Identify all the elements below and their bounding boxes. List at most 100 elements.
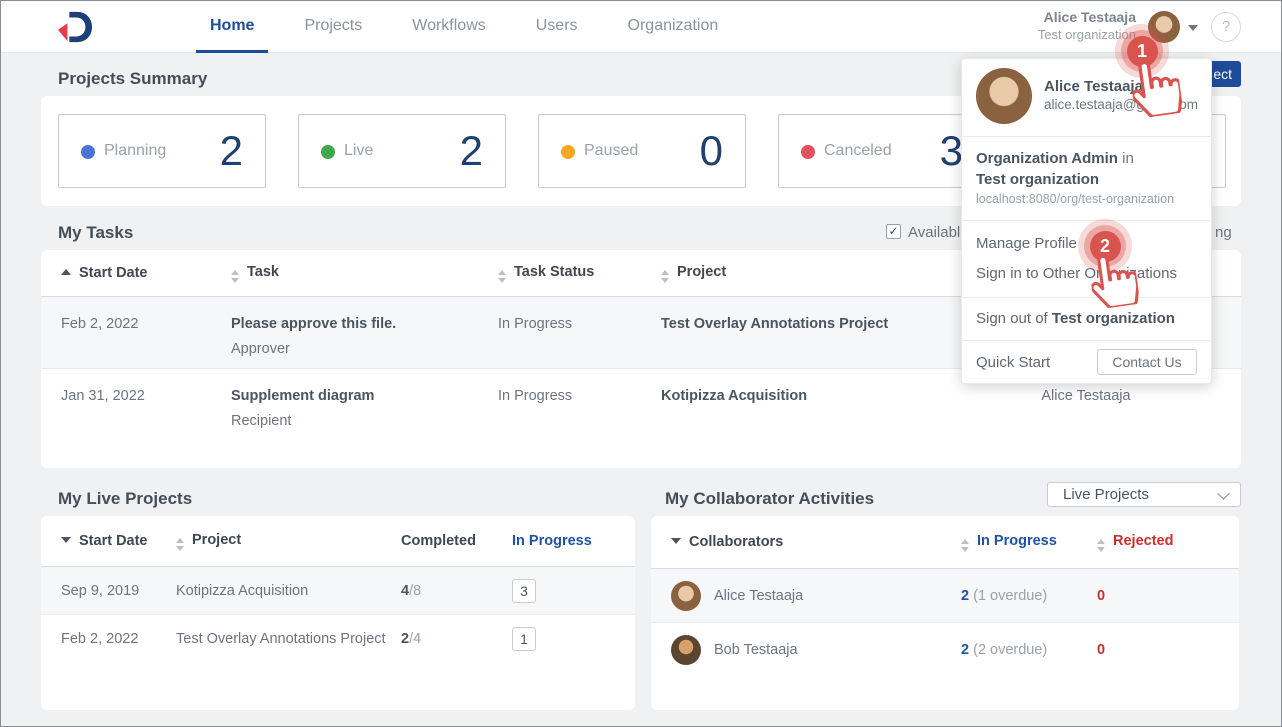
menu-org-block: Organization Admin in Test organization … xyxy=(962,136,1211,220)
col-in-progress[interactable]: In Progress xyxy=(512,533,615,549)
collaborator-name: Bob Testaaja xyxy=(714,642,798,658)
projects-filter-select[interactable]: Live Projects xyxy=(1047,482,1241,507)
app-logo-icon[interactable] xyxy=(56,10,94,44)
contact-us-button[interactable]: Contact Us xyxy=(1097,349,1197,375)
nav-organization[interactable]: Organization xyxy=(614,1,733,53)
header-user-info[interactable]: Alice Testaaja Test organization xyxy=(991,9,1136,43)
summary-card-canceled[interactable]: Canceled 3 xyxy=(778,114,986,188)
canceled-count: 3 xyxy=(940,115,963,189)
col-rejected[interactable]: Rejected xyxy=(1097,533,1219,552)
quick-start-link[interactable]: Quick Start xyxy=(976,354,1050,371)
canceled-dot-icon xyxy=(801,145,815,159)
menu-user-block: Alice Testaaja alice.testaaja@gmail.com xyxy=(962,59,1211,136)
paused-count: 0 xyxy=(700,115,723,189)
menu-org-url: localhost:8080/org/test-organization xyxy=(976,191,1197,208)
sort-icons xyxy=(961,539,969,552)
top-navigation-bar: Home Projects Workflows Users Organizati… xyxy=(1,1,1282,53)
available-tasks-checkbox[interactable]: ✓ xyxy=(886,224,901,239)
menu-item-manage-profile[interactable]: Manage Profile xyxy=(962,229,1211,259)
menu-footer: Quick Start Contact Us xyxy=(962,340,1211,383)
projects-filter-value: Live Projects xyxy=(1063,486,1149,503)
rejected-cell: 0 xyxy=(1097,642,1219,658)
menu-item-sign-in-other-orgs[interactable]: Sign in to Other Organizations xyxy=(962,259,1211,289)
sort-icons xyxy=(1097,539,1105,552)
sort-asc-icon xyxy=(61,269,71,275)
avatar xyxy=(671,581,701,611)
task-start-date: Jan 31, 2022 xyxy=(61,369,231,404)
sort-icons xyxy=(661,270,669,283)
in-progress-cell: 2 (1 overdue) xyxy=(961,588,1097,604)
task-name-cell: Supplement diagram Recipient xyxy=(231,369,498,429)
collaborator-cell: Alice Testaaja xyxy=(671,581,961,611)
app-window: Home Projects Workflows Users Organizati… xyxy=(0,0,1282,727)
in-progress-cell: 3 xyxy=(512,579,615,603)
menu-items: Manage Profile Sign in to Other Organiza… xyxy=(962,220,1211,297)
live-projects-header: Start Date Project Completed In Progress xyxy=(41,516,635,567)
in-progress-count-box[interactable]: 3 xyxy=(512,579,536,603)
menu-item-sign-out[interactable]: Sign out of Test organization xyxy=(962,304,1211,334)
project-start-date: Sep 9, 2019 xyxy=(61,583,176,599)
collaborator-row[interactable]: Alice Testaaja 2 (1 overdue) 0 xyxy=(651,569,1239,623)
sort-icons xyxy=(498,270,506,283)
summary-card-planning[interactable]: Planning 2 xyxy=(58,114,266,188)
header-user-name: Alice Testaaja xyxy=(991,9,1136,26)
nav-home[interactable]: Home xyxy=(196,1,268,53)
rejected-cell: 0 xyxy=(1097,588,1219,604)
sort-desc-icon xyxy=(671,538,681,544)
col-project[interactable]: Project xyxy=(661,264,951,283)
live-label: Live xyxy=(344,142,373,160)
project-name: Kotipizza Acquisition xyxy=(176,583,401,599)
header-avatar[interactable] xyxy=(1148,11,1180,43)
menu-role-suffix: in xyxy=(1118,150,1134,167)
chevron-down-icon[interactable] xyxy=(1188,25,1198,31)
my-live-projects-panel: Start Date Project Completed In Progress… xyxy=(41,516,635,710)
menu-user-email: alice.testaaja@gmail.com xyxy=(1044,96,1198,113)
task-project: Kotipizza Acquisition xyxy=(661,369,951,404)
nav-users[interactable]: Users xyxy=(522,1,592,53)
nav-projects[interactable]: Projects xyxy=(290,1,376,53)
in-progress-cell: 2 (2 overdue) xyxy=(961,642,1097,658)
live-project-row[interactable]: Sep 9, 2019 Kotipizza Acquisition 4/8 3 xyxy=(41,567,635,615)
col-completed[interactable]: Completed xyxy=(401,533,512,549)
my-live-projects-title: My Live Projects xyxy=(58,489,192,509)
col-in-progress[interactable]: In Progress xyxy=(961,533,1097,552)
summary-card-paused[interactable]: Paused 0 xyxy=(538,114,746,188)
avatar xyxy=(671,635,701,665)
task-project: Test Overlay Annotations Project xyxy=(661,297,951,332)
help-icon[interactable]: ? xyxy=(1211,12,1241,42)
nav-workflows[interactable]: Workflows xyxy=(398,1,500,53)
collaborator-row[interactable]: Bob Testaaja 2 (2 overdue) 0 xyxy=(651,623,1239,677)
col-project[interactable]: Project xyxy=(176,532,401,551)
planning-label: Planning xyxy=(104,142,166,160)
col-start-date[interactable]: Start Date xyxy=(61,533,176,549)
menu-user-name: Alice Testaaja xyxy=(1044,78,1198,96)
collaborator-cell: Bob Testaaja xyxy=(671,635,961,665)
projects-summary-title: Projects Summary xyxy=(58,69,207,89)
tasks-filter-partial-label: ng xyxy=(1215,224,1232,241)
menu-org-name: Test organization xyxy=(976,169,1197,190)
planning-dot-icon xyxy=(81,145,95,159)
paused-label: Paused xyxy=(584,142,638,160)
project-start-date: Feb 2, 2022 xyxy=(61,631,176,647)
col-task-status[interactable]: Task Status xyxy=(498,264,661,283)
my-collaborator-activities-title: My Collaborator Activities xyxy=(665,489,874,509)
col-collaborators[interactable]: Collaborators xyxy=(671,534,961,550)
live-count: 2 xyxy=(460,115,483,189)
live-project-row[interactable]: Feb 2, 2022 Test Overlay Annotations Pro… xyxy=(41,615,635,663)
col-task[interactable]: Task xyxy=(231,264,498,283)
sort-icons xyxy=(231,270,239,283)
canceled-label: Canceled xyxy=(824,142,892,160)
available-tasks-label: Available xyxy=(908,224,969,241)
sort-desc-icon xyxy=(61,537,71,543)
project-name: Test Overlay Annotations Project xyxy=(176,631,401,647)
in-progress-count-box[interactable]: 1 xyxy=(512,627,536,651)
my-tasks-title: My Tasks xyxy=(58,223,133,243)
main-nav: Home Projects Workflows Users Organizati… xyxy=(196,1,732,53)
sort-icons xyxy=(176,538,184,551)
chevron-down-icon xyxy=(1217,487,1230,500)
summary-card-live[interactable]: Live 2 xyxy=(298,114,506,188)
menu-role: Organization Admin xyxy=(976,150,1118,167)
task-start-date: Feb 2, 2022 xyxy=(61,297,231,332)
task-status: In Progress xyxy=(498,297,661,332)
col-start-date[interactable]: Start Date xyxy=(61,265,231,281)
